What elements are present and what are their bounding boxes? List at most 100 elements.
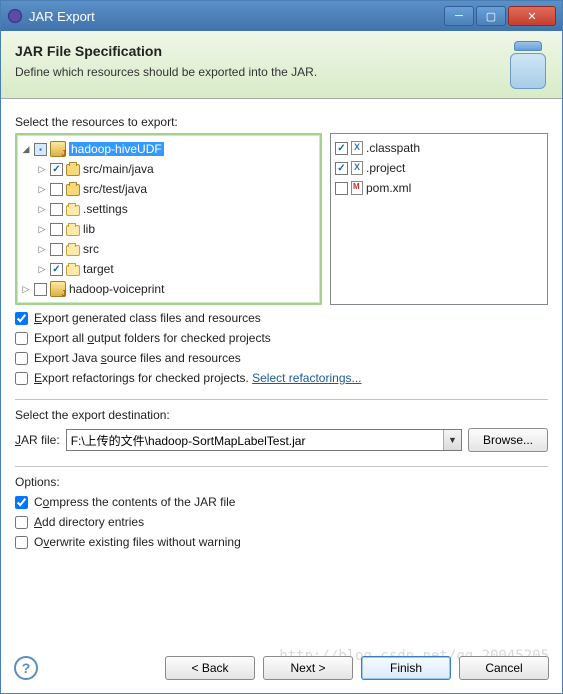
checkbox[interactable] [15, 516, 28, 529]
checkbox[interactable] [50, 223, 63, 236]
page-subtitle: Define which resources should be exporte… [15, 65, 548, 79]
tree-node-hadoop-hiveudf[interactable]: ◢ hadoop-hiveUDF [19, 139, 318, 159]
folder-icon [66, 245, 80, 256]
node-label: lib [83, 222, 95, 236]
cancel-button[interactable]: Cancel [459, 656, 549, 680]
option-label: Compress the contents of the JAR file [34, 495, 235, 509]
page-title: JAR File Specification [15, 43, 548, 59]
node-label: src/main/java [83, 162, 154, 176]
node-label: src [83, 242, 99, 256]
tree-node-src[interactable]: ▷ src [19, 239, 318, 259]
file-pom[interactable]: pom.xml [333, 178, 545, 198]
content: Select the resources to export: ◢ hadoop… [1, 99, 562, 549]
file-classpath[interactable]: .classpath [333, 138, 545, 158]
opt-export-refactorings[interactable]: Export refactorings for checked projects… [15, 371, 548, 385]
tree-node-target[interactable]: ▷ target [19, 259, 318, 279]
checkbox[interactable] [15, 496, 28, 509]
eclipse-icon [7, 8, 23, 24]
opt-export-class-files[interactable]: Export generated class files and resourc… [15, 311, 548, 325]
minimize-button[interactable]: ─ [444, 6, 474, 26]
checkbox[interactable] [335, 182, 348, 195]
package-icon [66, 164, 80, 176]
jar-icon [506, 41, 550, 91]
resource-tree[interactable]: ◢ hadoop-hiveUDF ▷ src/main/java ▷ src/t… [15, 133, 322, 305]
separator [15, 466, 548, 467]
node-label: src/test/java [83, 182, 147, 196]
folder-icon [66, 225, 80, 236]
checkbox[interactable] [15, 372, 28, 385]
option-label: Export generated class files and resourc… [34, 311, 261, 325]
jar-file-combo[interactable]: ▼ [66, 429, 462, 451]
expand-icon[interactable]: ▷ [21, 284, 31, 294]
option-label: Add directory entries [34, 515, 144, 529]
checkbox[interactable] [15, 352, 28, 365]
xml-file-icon [351, 161, 363, 175]
checkbox[interactable] [50, 203, 63, 216]
file-label: .classpath [366, 141, 420, 155]
opt-add-dir-entries[interactable]: Add directory entries [15, 515, 548, 529]
checkbox[interactable] [335, 162, 348, 175]
window-title: JAR Export [29, 9, 442, 24]
back-button[interactable]: < Back [165, 656, 255, 680]
expand-icon[interactable]: ▷ [37, 244, 47, 254]
checkbox[interactable] [15, 536, 28, 549]
tree-node-hadoop-voiceprint[interactable]: ▷ hadoop-voiceprint [19, 279, 318, 299]
folder-icon [66, 265, 80, 276]
checkbox[interactable] [335, 142, 348, 155]
separator [15, 399, 548, 400]
checkbox[interactable] [15, 312, 28, 325]
tree-node-src-main-java[interactable]: ▷ src/main/java [19, 159, 318, 179]
package-icon [66, 184, 80, 196]
select-refactorings-link[interactable]: Select refactorings... [252, 371, 361, 385]
file-label: pom.xml [366, 181, 411, 195]
button-bar: ? < Back Next > Finish Cancel [14, 656, 549, 680]
jar-file-label: JAR file: [15, 433, 60, 447]
select-resources-label: Select the resources to export: [15, 115, 548, 129]
checkbox[interactable] [34, 283, 47, 296]
folder-icon [66, 205, 80, 216]
expand-icon[interactable]: ▷ [37, 184, 47, 194]
file-project[interactable]: .project [333, 158, 545, 178]
project-icon [50, 281, 66, 297]
opt-export-java-source[interactable]: Export Java source files and resources [15, 351, 548, 365]
file-label: .project [366, 161, 405, 175]
expand-icon[interactable]: ▷ [37, 224, 47, 234]
help-button[interactable]: ? [14, 656, 38, 680]
project-icon [50, 141, 66, 157]
opt-compress[interactable]: Compress the contents of the JAR file [15, 495, 548, 509]
maven-file-icon [351, 181, 363, 195]
options-label: Options: [15, 475, 548, 489]
opt-overwrite[interactable]: Overwrite existing files without warning [15, 535, 548, 549]
checkbox[interactable] [50, 163, 63, 176]
expand-icon[interactable]: ▷ [37, 204, 47, 214]
browse-button[interactable]: Browse... [468, 428, 548, 452]
file-list[interactable]: .classpath .project pom.xml [330, 133, 548, 305]
tree-node-src-test-java[interactable]: ▷ src/test/java [19, 179, 318, 199]
opt-export-output-folders[interactable]: Export all output folders for checked pr… [15, 331, 548, 345]
expand-icon[interactable]: ▷ [37, 164, 47, 174]
option-label: Overwrite existing files without warning [34, 535, 241, 549]
option-label: Export all output folders for checked pr… [34, 331, 271, 345]
collapse-icon[interactable]: ◢ [21, 144, 31, 154]
chevron-down-icon[interactable]: ▼ [443, 430, 461, 450]
tree-node-lib[interactable]: ▷ lib [19, 219, 318, 239]
finish-button[interactable]: Finish [361, 656, 451, 680]
wizard-header: JAR File Specification Define which reso… [1, 31, 562, 99]
option-label: Export Java source files and resources [34, 351, 241, 365]
checkbox[interactable] [50, 183, 63, 196]
close-button[interactable]: ✕ [508, 6, 556, 26]
expand-icon[interactable]: ▷ [37, 264, 47, 274]
checkbox[interactable] [34, 143, 47, 156]
node-label: target [83, 262, 114, 276]
next-button[interactable]: Next > [263, 656, 353, 680]
node-label: hadoop-voiceprint [69, 282, 164, 296]
tree-node-settings[interactable]: ▷ .settings [19, 199, 318, 219]
titlebar: JAR Export ─ ▢ ✕ [1, 1, 562, 31]
jar-file-input[interactable] [67, 430, 443, 450]
maximize-button[interactable]: ▢ [476, 6, 506, 26]
checkbox[interactable] [50, 263, 63, 276]
checkbox[interactable] [50, 243, 63, 256]
checkbox[interactable] [15, 332, 28, 345]
xml-file-icon [351, 141, 363, 155]
select-dest-label: Select the export destination: [15, 408, 548, 422]
